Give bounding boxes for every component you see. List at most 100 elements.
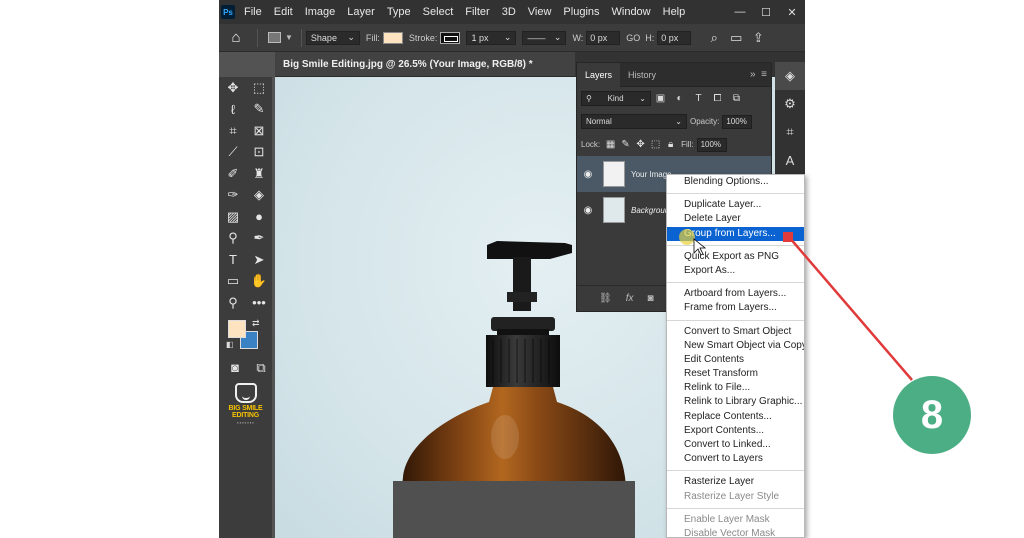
lock-all-icon[interactable]: 🔒︎ xyxy=(663,139,678,150)
move-icon[interactable]: ✥ xyxy=(220,77,246,99)
menu-item-edit-contents[interactable]: Edit Contents xyxy=(667,353,804,367)
mask-icon[interactable]: ◙ xyxy=(647,293,653,304)
character-panel-icon[interactable]: A xyxy=(775,146,805,174)
blend-mode-select[interactable]: Normal ⌄ xyxy=(581,114,687,129)
tab-history[interactable]: History xyxy=(620,63,664,87)
menu-help[interactable]: Help xyxy=(657,0,692,24)
menu-item-convert-to-linked[interactable]: Convert to Linked... xyxy=(667,438,804,452)
spot-heal-icon[interactable]: ⊡ xyxy=(246,142,272,164)
menu-item-reset-transform[interactable]: Reset Transform xyxy=(667,367,804,381)
lasso-icon[interactable]: ℓ xyxy=(220,99,246,121)
quick-select-icon[interactable]: ✎ xyxy=(246,99,272,121)
eraser-icon[interactable]: ◈ xyxy=(246,185,272,207)
adjustment-filter-icon[interactable]: ◐ xyxy=(670,93,689,104)
stroke-color-swatch[interactable] xyxy=(440,31,461,44)
menu-view[interactable]: View xyxy=(522,0,558,24)
menu-item-new-smart-object-via-copy[interactable]: New Smart Object via Copy xyxy=(667,339,804,353)
menu-item-replace-contents[interactable]: Replace Contents... xyxy=(667,410,804,424)
lock-transparency-icon[interactable]: ▦ xyxy=(603,139,618,150)
smart-object-filter-icon[interactable]: ⧉ xyxy=(727,93,746,104)
pen-icon[interactable]: ✒ xyxy=(246,228,272,250)
menu-layer[interactable]: Layer xyxy=(341,0,381,24)
menu-item-export-contents[interactable]: Export Contents... xyxy=(667,424,804,438)
adjustments-panel-icon[interactable]: ⚙ xyxy=(775,90,805,118)
swap-colors-icon[interactable]: ⇄ xyxy=(252,318,260,329)
brush-icon[interactable]: ✐ xyxy=(220,163,246,185)
more-icon[interactable]: ••• xyxy=(246,292,272,314)
type-filter-icon[interactable]: T xyxy=(689,93,708,104)
menu-edit[interactable]: Edit xyxy=(268,0,299,24)
menu-item-artboard-from-layers[interactable]: Artboard from Layers... xyxy=(667,287,804,301)
hand-icon[interactable]: ✋ xyxy=(246,271,272,293)
menu-3d[interactable]: 3D xyxy=(496,0,522,24)
menu-select[interactable]: Select xyxy=(417,0,460,24)
stroke-width-select[interactable]: 1 px ⌄ xyxy=(466,30,517,45)
menu-window[interactable]: Window xyxy=(606,0,657,24)
menu-item-rasterize-layer[interactable]: Rasterize Layer xyxy=(667,475,804,489)
foreground-color-swatch[interactable] xyxy=(228,319,246,338)
pixel-filter-icon[interactable]: ▣ xyxy=(651,93,670,104)
marquee-icon[interactable]: ⬚ xyxy=(246,77,272,99)
eyedropper-icon[interactable]: ⟋ xyxy=(220,142,246,164)
menu-item-group-from-layers[interactable]: Group from Layers... xyxy=(667,226,804,241)
blur-icon[interactable]: ● xyxy=(246,206,272,228)
stamp-icon[interactable]: ♜ xyxy=(246,163,272,185)
frame-icon[interactable]: ⊠ xyxy=(246,120,272,142)
fill-color-swatch[interactable] xyxy=(382,31,403,44)
workspace-icon[interactable]: ▭ xyxy=(725,30,747,46)
eye-icon[interactable]: ◉ xyxy=(577,205,599,216)
gradient-icon[interactable]: ▨ xyxy=(220,206,246,228)
rectangle-tool-preset-icon[interactable] xyxy=(268,32,281,43)
eye-icon[interactable]: ◉ xyxy=(577,169,599,180)
link-icon[interactable]: ⛓ xyxy=(599,293,612,304)
tool-mode-select[interactable]: Shape ⌄ xyxy=(305,30,360,45)
shape-filter-icon[interactable]: ⧠ xyxy=(708,93,727,104)
layer-filter-select[interactable]: ⚲ Kind ⌄ xyxy=(581,91,651,106)
rectangle-icon[interactable]: ▭ xyxy=(220,271,246,293)
menu-item-relink-to-library-graphic[interactable]: Relink to Library Graphic... xyxy=(667,395,804,409)
type-icon[interactable]: T xyxy=(220,249,246,271)
menu-item-blending-options[interactable]: Blending Options... xyxy=(667,175,804,189)
panel-menu-icon[interactable]: » ≡ xyxy=(750,69,767,80)
zoom-icon[interactable]: ⚲ xyxy=(220,292,246,314)
maximize-icon[interactable]: ☐ xyxy=(753,6,779,19)
chevron-down-icon[interactable]: ▼ xyxy=(285,33,293,42)
menu-filter[interactable]: Filter xyxy=(459,0,495,24)
menu-plugins[interactable]: Plugins xyxy=(557,0,605,24)
menu-item-duplicate-layer[interactable]: Duplicate Layer... xyxy=(667,198,804,212)
menu-item-convert-to-smart-object[interactable]: Convert to Smart Object xyxy=(667,325,804,339)
lock-artboard-icon[interactable]: ⬚ xyxy=(648,139,663,150)
stroke-type-select[interactable]: —— ⌄ xyxy=(522,30,567,45)
fx-icon[interactable]: fx xyxy=(626,293,634,304)
menu-item-export-as[interactable]: Export As... xyxy=(667,264,804,278)
lock-pixels-icon[interactable]: ✎ xyxy=(618,139,633,150)
tab-layers[interactable]: Layers xyxy=(577,62,621,87)
height-input[interactable]: 0 px xyxy=(657,30,692,45)
lock-position-icon[interactable]: ✥ xyxy=(633,139,648,150)
width-input[interactable]: 0 px xyxy=(586,30,621,45)
quick-mask-icon[interactable]: ◙ xyxy=(226,360,244,376)
fill-input[interactable]: 100% xyxy=(696,137,727,152)
menu-item-delete-layer[interactable]: Delete Layer xyxy=(667,212,804,226)
menu-image[interactable]: Image xyxy=(299,0,342,24)
opacity-input[interactable]: 100% xyxy=(722,114,753,129)
screen-mode-icon[interactable]: ⧉ xyxy=(252,360,270,376)
menu-item-frame-from-layers[interactable]: Frame from Layers... xyxy=(667,301,804,315)
document-tab[interactable]: Big Smile Editing.jpg @ 26.5% (Your Imag… xyxy=(275,52,575,77)
paths-panel-icon[interactable]: ⌗ xyxy=(775,118,805,146)
menu-file[interactable]: File xyxy=(235,0,268,24)
path-select-icon[interactable]: ➤ xyxy=(246,249,272,271)
layers-panel-icon[interactable]: ◈ xyxy=(775,62,805,90)
share-icon[interactable]: ⇪ xyxy=(747,30,769,46)
search-icon[interactable]: ⌕ xyxy=(703,30,725,46)
default-colors-icon[interactable]: ◧ xyxy=(226,340,234,349)
dodge-icon[interactable]: ⚲ xyxy=(220,228,246,250)
menu-item-relink-to-file[interactable]: Relink to File... xyxy=(667,381,804,395)
home-icon[interactable]: ⌂ xyxy=(219,29,253,46)
menu-type[interactable]: Type xyxy=(381,0,417,24)
history-brush-icon[interactable]: ✑ xyxy=(220,185,246,207)
link-dimensions-label[interactable]: GO xyxy=(626,33,640,43)
minimize-icon[interactable]: — xyxy=(727,6,753,18)
menu-item-convert-to-layers[interactable]: Convert to Layers xyxy=(667,452,804,466)
close-icon[interactable]: ✕ xyxy=(779,6,805,19)
